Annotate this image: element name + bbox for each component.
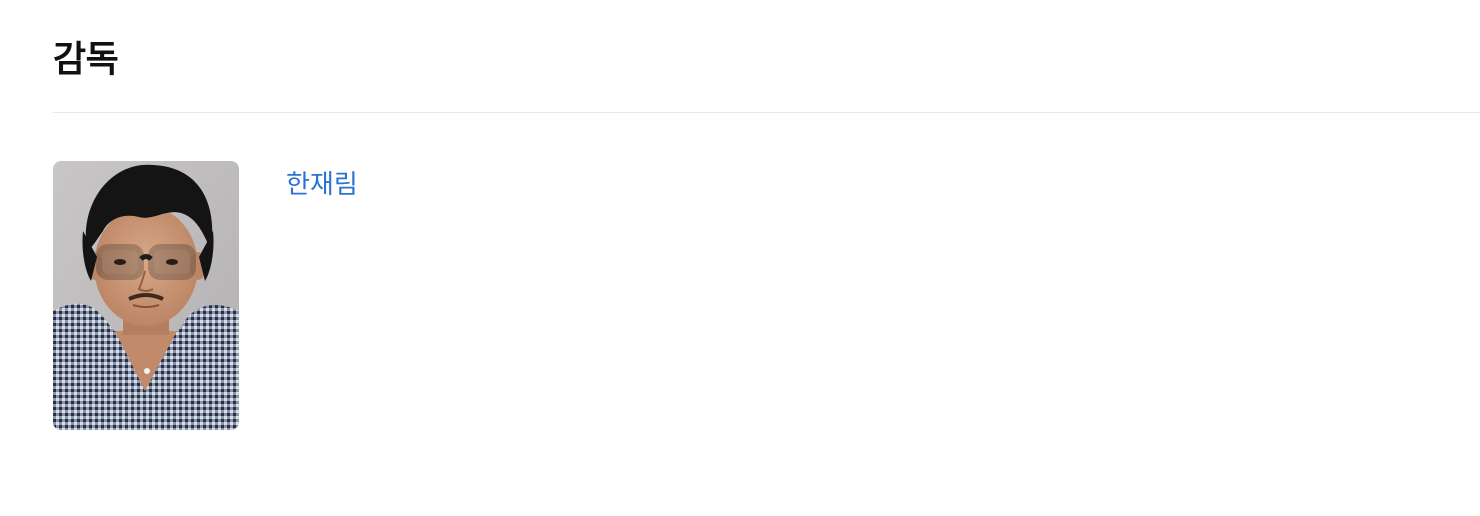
person-card: 한재림	[53, 161, 358, 430]
section-divider	[53, 112, 1480, 113]
section-title: 감독	[53, 39, 119, 80]
person-portrait-image	[53, 161, 239, 430]
person-name-link[interactable]: 한재림	[286, 169, 358, 201]
director-section: 감독 한재림	[0, 0, 1480, 516]
person-photo[interactable]	[53, 161, 239, 430]
